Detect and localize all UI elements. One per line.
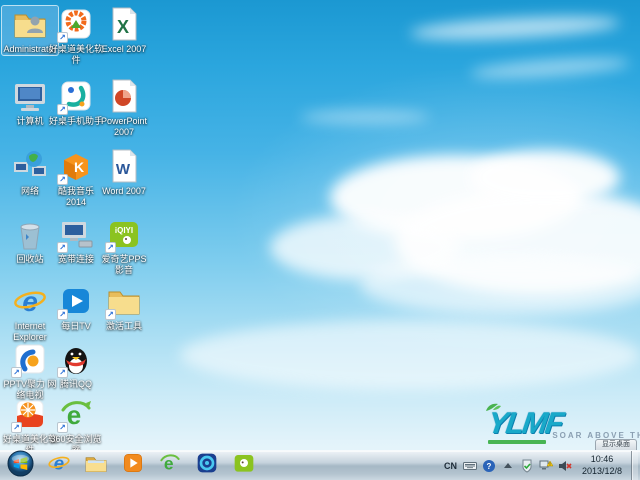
shortcut-arrow-icon: ↗ xyxy=(57,422,68,433)
show-hidden-icons-arrow[interactable] xyxy=(501,458,516,473)
action-center-icon[interactable] xyxy=(520,458,535,473)
network-icon xyxy=(12,148,48,184)
explorer-taskbar-button[interactable] xyxy=(77,452,114,480)
keyboard-icon[interactable] xyxy=(463,458,478,473)
taskbar: ee CN ?! 10:46 2013/12/8 xyxy=(0,450,640,480)
pptv-small-icon xyxy=(195,451,219,480)
language-indicator[interactable]: CN xyxy=(442,461,459,471)
360-browser-button[interactable]: e xyxy=(151,452,188,480)
start-icon xyxy=(7,450,34,480)
svg-text:e: e xyxy=(53,453,63,474)
help-icon[interactable]: ? xyxy=(482,458,497,473)
svg-text:W: W xyxy=(116,161,131,178)
icon-label: 每日TV xyxy=(61,321,91,332)
desktop-icon-excel-2007[interactable]: X Excel 2007 xyxy=(96,6,152,55)
icon-label: 爱奇艺PPS 影音 xyxy=(96,254,152,276)
network-warning-icon[interactable]: ! xyxy=(539,458,554,473)
desktop-peek-tab[interactable]: 显示桌面 xyxy=(595,439,637,450)
clock-date: 2013/12/8 xyxy=(582,466,622,477)
tv-play-icon: ↗ xyxy=(58,283,94,319)
svg-text:e: e xyxy=(22,286,38,317)
flower-icon: ↗ xyxy=(58,6,94,42)
shortcut-arrow-icon: ↗ xyxy=(57,32,68,43)
tray-icons: ?! xyxy=(463,458,573,473)
word-icon: W xyxy=(106,148,142,184)
shortcut-arrow-icon: ↗ xyxy=(105,242,116,253)
user-folder-icon xyxy=(12,6,48,42)
shortcut-arrow-icon: ↗ xyxy=(57,242,68,253)
icon-label: 计算机 xyxy=(16,116,43,127)
svg-text:X: X xyxy=(117,17,129,37)
ie-taskbar-button[interactable]: e xyxy=(40,452,77,480)
svg-text:K: K xyxy=(74,159,84,175)
shortcut-arrow-icon: ↗ xyxy=(57,309,68,320)
shortcut-arrow-icon: ↗ xyxy=(11,422,22,433)
ie-small-icon: e xyxy=(47,451,71,480)
icon-label: 好桌手机助手 xyxy=(49,116,103,127)
qq-icon: ↗ xyxy=(58,341,94,377)
green-e-small-icon: e xyxy=(158,451,182,480)
icon-label: Word 2007 xyxy=(102,186,146,197)
pptv-button[interactable] xyxy=(188,452,225,480)
desktop-icon-word-2007[interactable]: W Word 2007 xyxy=(96,148,152,197)
taskbar-clock[interactable]: 10:46 2013/12/8 xyxy=(577,454,627,477)
svg-text:iQIYI: iQIYI xyxy=(115,226,133,235)
iqiyi-button[interactable] xyxy=(225,452,262,480)
clock-time: 10:46 xyxy=(582,454,622,465)
ie-icon: e xyxy=(12,283,48,319)
show-desktop-button[interactable] xyxy=(631,451,638,480)
media-player-button[interactable] xyxy=(114,452,151,480)
icon-label: 腾讯QQ xyxy=(60,379,92,390)
icon-label: 激活工具 xyxy=(106,321,142,332)
taskbar-buttons: ee xyxy=(0,451,262,480)
desktop-icon-activation-tools[interactable]: ↗ 激活工具 xyxy=(96,283,152,332)
volume-muted-icon[interactable] xyxy=(558,458,573,473)
media-play-icon xyxy=(121,451,145,480)
shortcut-arrow-icon: ↗ xyxy=(57,174,68,185)
icon-label: 网络 xyxy=(21,186,39,197)
folder-icon: ↗ xyxy=(106,283,142,319)
system-tray: CN ?! 10:46 2013/12/8 xyxy=(442,451,640,480)
excel-icon: X xyxy=(106,6,142,42)
computer-icon xyxy=(12,78,48,114)
desktop-icon-powerpoint-2007[interactable]: PowerPoint 2007 xyxy=(96,78,152,138)
iqiyi-small-icon xyxy=(232,451,256,480)
orange-slice-icon: ↗ xyxy=(12,396,48,432)
icon-label: Excel 2007 xyxy=(102,44,147,55)
kuwo-icon: K↗ xyxy=(58,148,94,184)
icon-label: 宽带连接 xyxy=(58,254,94,265)
shortcut-arrow-icon: ↗ xyxy=(57,367,68,378)
shortcut-arrow-icon: ↗ xyxy=(57,104,68,115)
phone-assistant-icon: ↗ xyxy=(58,78,94,114)
desktop-icon-360-secure-browser[interactable]: e↗ 360安全浏览器 xyxy=(48,396,104,456)
green-e-icon: e↗ xyxy=(58,396,94,432)
desktop-icon-grid: Administrator ↗ 好桌道美化软件 X Excel 2007 计算机… xyxy=(0,0,640,480)
icon-label: PowerPoint 2007 xyxy=(96,116,152,138)
explorer-folder-icon xyxy=(84,451,108,480)
powerpoint-icon xyxy=(106,78,142,114)
iqiyi-icon: iQIYI ↗ xyxy=(106,216,142,252)
start-button[interactable] xyxy=(0,452,40,480)
shortcut-arrow-icon: ↗ xyxy=(11,367,22,378)
desktop-icon-iqiyi-pps[interactable]: iQIYI ↗ 爱奇艺PPS 影音 xyxy=(96,216,152,276)
broadband-icon: ↗ xyxy=(58,216,94,252)
icon-label: 回收站 xyxy=(16,254,43,265)
pptv-icon: ↗ xyxy=(12,341,48,377)
desktop-icon-tencent-qq[interactable]: ↗ 腾讯QQ xyxy=(48,341,104,390)
shortcut-arrow-icon: ↗ xyxy=(105,309,116,320)
svg-text:?: ? xyxy=(487,462,492,471)
recycle-bin-icon xyxy=(12,216,48,252)
